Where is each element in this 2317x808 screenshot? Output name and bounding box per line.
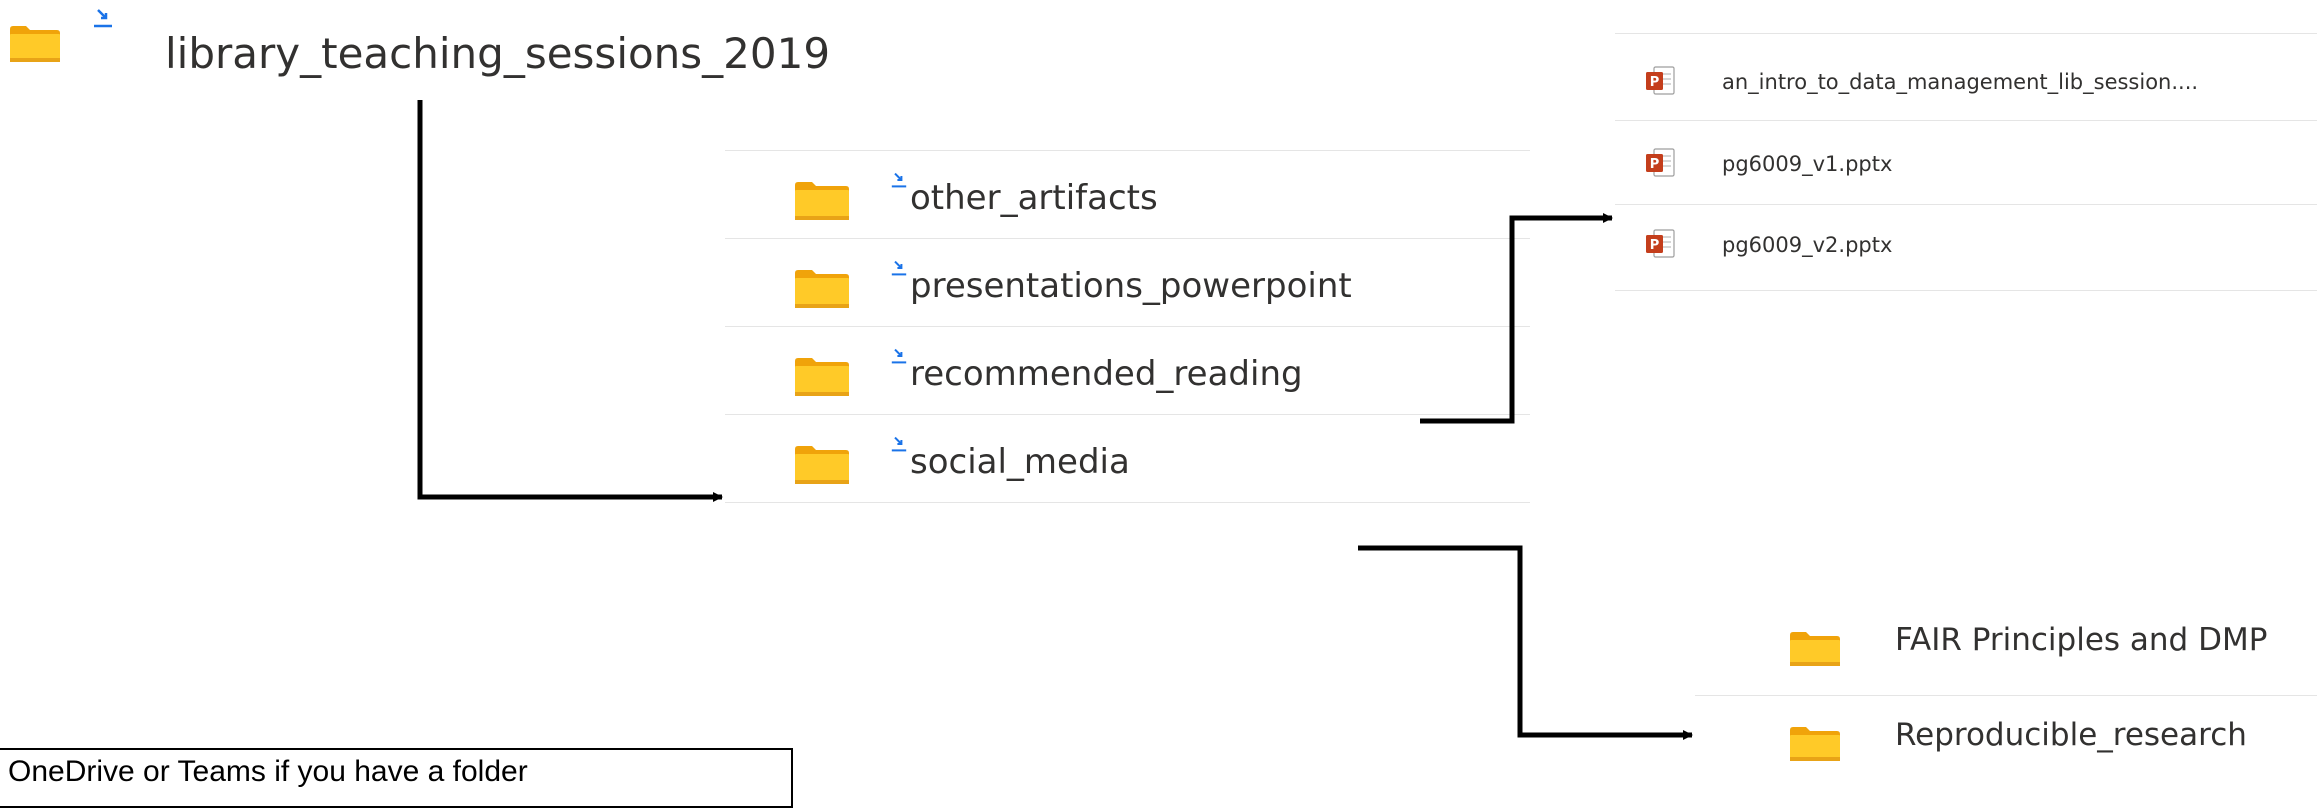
arrow-presentations-to-files bbox=[1420, 213, 1613, 424]
note-box: OneDrive or Teams if you have a folder bbox=[0, 748, 793, 808]
connector-arrows bbox=[417, 100, 1693, 740]
arrow-root-to-subfolders bbox=[417, 100, 723, 502]
note-text: OneDrive or Teams if you have a folder bbox=[8, 755, 528, 788]
arrow-reading-to-subfolders bbox=[1358, 545, 1693, 740]
